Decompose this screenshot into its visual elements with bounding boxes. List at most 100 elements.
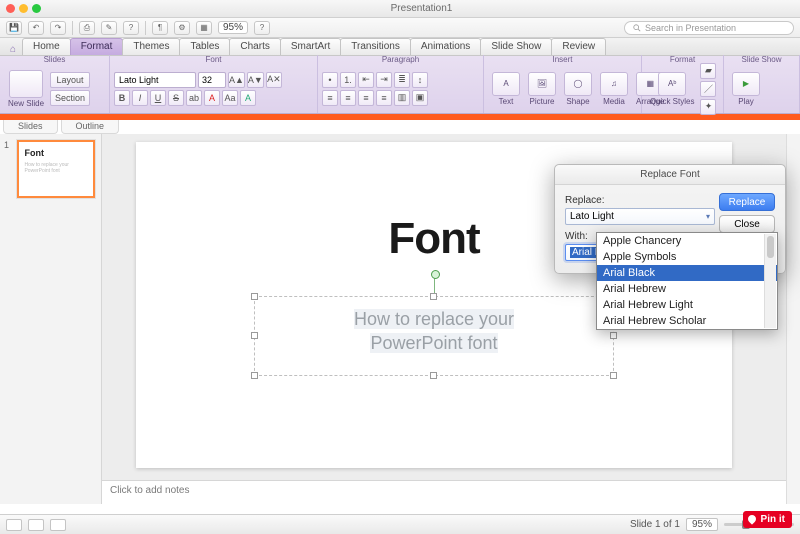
save-button[interactable]: 💾	[6, 21, 22, 35]
justify-button[interactable]: ≡	[376, 90, 392, 106]
shape-effects-button[interactable]: ✦	[700, 99, 716, 115]
subtitle-placeholder[interactable]: How to replace your PowerPoint font	[254, 296, 614, 376]
scrollbar-thumb[interactable]	[767, 236, 774, 258]
font-option-selected[interactable]: Arial Black	[597, 265, 777, 281]
font-option[interactable]: Apple Symbols	[597, 249, 777, 265]
selection-handle[interactable]	[610, 372, 617, 379]
strike-button[interactable]: S	[168, 90, 184, 106]
decrease-indent-button[interactable]: ⇤	[358, 72, 374, 88]
clear-formatting-button[interactable]: A✕	[266, 72, 282, 88]
new-slide-button[interactable]: New Slide	[4, 70, 48, 108]
underline-button[interactable]: U	[150, 90, 166, 106]
zoom-help-button[interactable]: ?	[254, 21, 270, 35]
subtab-slides[interactable]: Slides	[3, 120, 58, 134]
italic-button[interactable]: I	[132, 90, 148, 106]
selection-handle[interactable]	[251, 293, 258, 300]
bullets-button[interactable]: •	[322, 72, 338, 88]
group-label-insert: Insert	[484, 55, 642, 65]
tab-format[interactable]: Format	[70, 38, 124, 55]
normal-view-button[interactable]	[6, 519, 22, 531]
thumbnail-title: Font	[24, 148, 88, 158]
pin-it-button[interactable]: Pin it	[743, 511, 792, 528]
font-option[interactable]: Arial Hebrew Scholar	[597, 313, 777, 329]
font-option[interactable]: Arial Hebrew Light	[597, 297, 777, 313]
dropdown-scrollbar[interactable]	[764, 234, 776, 328]
increase-indent-button[interactable]: ⇥	[376, 72, 392, 88]
selection-handle[interactable]	[251, 332, 258, 339]
tab-review[interactable]: Review	[551, 38, 606, 55]
layout-button[interactable]: Layout	[50, 72, 90, 88]
rotation-handle[interactable]	[434, 276, 435, 294]
tab-animations[interactable]: Animations	[410, 38, 481, 55]
shrink-font-button[interactable]: A▼	[247, 72, 264, 88]
search-icon	[633, 24, 641, 32]
font-option[interactable]: Arial Hebrew	[597, 281, 777, 297]
media-browser-button[interactable]: ▦	[196, 21, 212, 35]
align-center-button[interactable]: ≡	[340, 90, 356, 106]
close-window-button[interactable]	[6, 4, 15, 13]
selection-handle[interactable]	[430, 372, 437, 379]
zoom-combo[interactable]: 95%	[218, 21, 248, 34]
undo-button[interactable]: ↶	[28, 21, 44, 35]
font-color-2-button[interactable]: A	[240, 90, 256, 106]
toolbox-button[interactable]: ⚙	[174, 21, 190, 35]
align-left-button[interactable]: ≡	[322, 90, 338, 106]
quick-styles-button[interactable]: AᵇQuick Styles	[646, 72, 698, 106]
highlight-button[interactable]: ab	[186, 90, 202, 106]
subtab-outline[interactable]: Outline	[61, 120, 120, 134]
convert-smartart-button[interactable]: ▣	[412, 90, 428, 106]
line-spacing-button[interactable]: ≣	[394, 72, 410, 88]
vertical-scrollbar[interactable]	[786, 134, 800, 504]
zoom-window-button[interactable]	[32, 4, 41, 13]
slideshow-view-button[interactable]	[50, 519, 66, 531]
tab-transitions[interactable]: Transitions	[340, 38, 411, 55]
selection-handle[interactable]	[430, 293, 437, 300]
tab-home[interactable]: Home	[22, 38, 71, 55]
font-option[interactable]: Apple Chancery	[597, 233, 777, 249]
columns-button[interactable]: ▥	[394, 90, 410, 106]
tab-slide-show[interactable]: Slide Show	[480, 38, 552, 55]
group-label-font: Font	[110, 55, 318, 65]
redo-button[interactable]: ↷	[50, 21, 66, 35]
status-zoom-value[interactable]: 95%	[686, 518, 718, 531]
tab-charts[interactable]: Charts	[229, 38, 280, 55]
minimize-window-button[interactable]	[19, 4, 28, 13]
replace-font-select[interactable]: Lato Light ▾	[565, 208, 715, 225]
selection-handle[interactable]	[251, 372, 258, 379]
tab-smartart[interactable]: SmartArt	[280, 38, 341, 55]
home-icon[interactable]: ⌂	[4, 44, 22, 55]
text-direction-button[interactable]: ↕	[412, 72, 428, 88]
align-right-button[interactable]: ≡	[358, 90, 374, 106]
insert-picture-label: Picture	[530, 97, 555, 106]
subtitle-text[interactable]: How to replace your PowerPoint font	[255, 297, 613, 356]
font-name-combo[interactable]: Lato Light	[114, 72, 196, 88]
font-size-combo[interactable]: 32	[198, 72, 226, 88]
change-case-button[interactable]: Aa	[222, 90, 238, 106]
shape-line-button[interactable]: ／	[700, 81, 716, 97]
show-hide-button[interactable]: ¶	[152, 21, 168, 35]
play-slideshow-button[interactable]: ▶Play	[728, 72, 764, 106]
bold-button[interactable]: B	[114, 90, 130, 106]
replace-button[interactable]: Replace	[719, 193, 775, 211]
sorter-view-button[interactable]	[28, 519, 44, 531]
slide-thumbnails-pane[interactable]: 1 Font How to replace your PowerPoint fo…	[0, 134, 102, 504]
section-button[interactable]: Section	[50, 90, 90, 106]
tab-themes[interactable]: Themes	[122, 38, 180, 55]
print-button[interactable]: ⎙	[79, 21, 95, 35]
insert-picture-button[interactable]: 🖼Picture	[524, 72, 560, 106]
with-font-dropdown[interactable]: Apple Chancery Apple Symbols Arial Black…	[596, 232, 778, 330]
format-painter-button[interactable]: ✎	[101, 21, 117, 35]
search-input[interactable]: Search in Presentation	[624, 21, 794, 35]
insert-shape-button[interactable]: ◯Shape	[560, 72, 596, 106]
notes-pane[interactable]: Click to add notes	[102, 480, 786, 504]
insert-media-button[interactable]: ♫Media	[596, 72, 632, 106]
help-button[interactable]: ?	[123, 21, 139, 35]
selection-handle[interactable]	[610, 332, 617, 339]
grow-font-button[interactable]: A▲	[228, 72, 245, 88]
font-color-button[interactable]: A	[204, 90, 220, 106]
insert-text-button[interactable]: AText	[488, 72, 524, 106]
tab-tables[interactable]: Tables	[179, 38, 230, 55]
numbering-button[interactable]: 1.	[340, 72, 356, 88]
slide-thumbnail-1[interactable]: Font How to replace your PowerPoint font	[17, 140, 95, 198]
close-button[interactable]: Close	[719, 215, 775, 233]
